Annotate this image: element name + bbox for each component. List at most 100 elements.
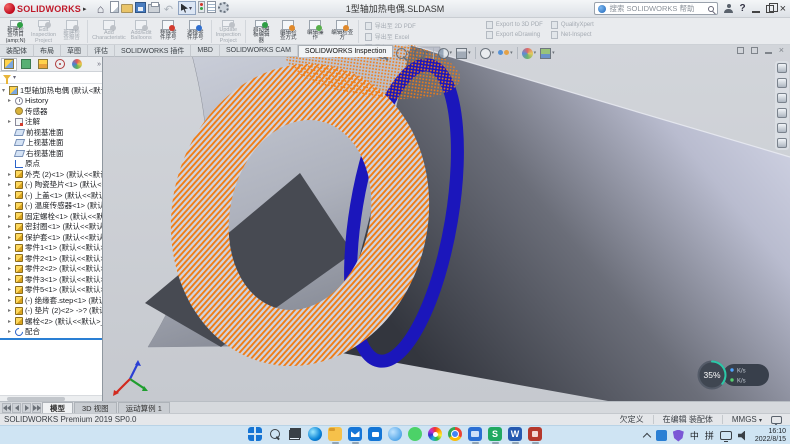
dropdown-caret-icon[interactable]: ▾ xyxy=(552,50,555,56)
select-arrow-icon[interactable] xyxy=(178,1,196,15)
magnifier-button[interactable]: ▾ xyxy=(414,48,429,59)
tree-item[interactable]: ▸(-) 温度传感器<1> (默认<<默认>_ xyxy=(0,201,102,212)
dropdown-caret-icon[interactable]: ▾ xyxy=(510,50,513,56)
search-input[interactable]: 搜索 SOLIDWORKS 帮助 xyxy=(594,2,718,15)
doc-tab-3D 视图[interactable]: 3D 视图 xyxy=(74,402,117,413)
net-speed-widget[interactable]: 35% K/s K/s xyxy=(696,357,776,393)
add-characteristic-button[interactable]: AddCharacteristic xyxy=(90,19,128,44)
display-style-button[interactable]: ▾ xyxy=(480,48,495,59)
taskbar-clock[interactable]: 16:10 2022/8/15 xyxy=(755,428,786,444)
export-menu-item[interactable]: Net-Inspect xyxy=(551,31,594,39)
chrome-icon[interactable] xyxy=(448,427,462,441)
task-pane-tab[interactable] xyxy=(777,63,787,73)
save-icon[interactable] xyxy=(135,2,146,13)
menu-expand-icon[interactable]: ▸ xyxy=(83,5,87,13)
edit-operations-button[interactable]: 编辑操作 xyxy=(302,19,329,44)
tree-item[interactable]: ▸固定螺栓<1> (默认<<默认>_显示 xyxy=(0,211,102,222)
task-view-icon[interactable] xyxy=(288,427,302,441)
task-pane-tab[interactable] xyxy=(777,93,787,103)
ribbon-tab-SOLIDWORKS CAM[interactable]: SOLIDWORKS CAM xyxy=(220,45,298,57)
model-3d-view[interactable] xyxy=(103,45,790,401)
user-account-icon[interactable] xyxy=(724,4,733,13)
doc-tab-模型[interactable]: 模型 xyxy=(42,402,73,413)
expand-arrow-icon[interactable]: ▸ xyxy=(8,276,15,283)
file-explorer-icon[interactable] xyxy=(328,427,342,441)
tree-item[interactable]: 上视基准面 xyxy=(0,138,102,149)
laptop-app-icon[interactable] xyxy=(468,427,482,441)
add-edit-balloons-button[interactable]: Add/EditBalloons xyxy=(128,19,155,44)
tab-nav-arrow[interactable] xyxy=(32,403,41,413)
tree-item[interactable]: ▸(-) 陶瓷垫片<1> (默认<<默认>_显 xyxy=(0,180,102,191)
doc-close-icon[interactable]: × xyxy=(779,47,784,54)
undo-icon[interactable] xyxy=(162,2,176,16)
new-inspection-project-button[interactable]: 新建检查项目(amp;N) xyxy=(2,19,29,44)
doc-tab-运动算例 1[interactable]: 运动算例 1 xyxy=(118,402,170,413)
expand-arrow-icon[interactable]: ▸ xyxy=(8,318,15,325)
expand-arrow-icon[interactable]: ▸ xyxy=(8,192,15,199)
expand-arrow-icon[interactable]: ▸ xyxy=(8,171,15,178)
home-icon[interactable] xyxy=(94,2,108,16)
dropdown-caret-icon[interactable]: ▾ xyxy=(492,50,495,56)
hide-show-items-button[interactable]: ▾ xyxy=(498,48,513,59)
expand-arrow-icon[interactable]: ▸ xyxy=(8,255,15,262)
dropdown-caret-icon[interactable]: ▾ xyxy=(408,50,411,56)
tree-item[interactable]: ▸(-) 上盖<1> (默认<<默认>_显示状 xyxy=(0,190,102,201)
task-pane-tab[interactable] xyxy=(777,123,787,133)
color-wheel-app-icon[interactable] xyxy=(428,427,442,441)
tree-item[interactable]: 右视基准面 xyxy=(0,148,102,159)
remove-balloons-button[interactable]: 移除零件序号 xyxy=(155,19,182,44)
dropdown-caret-icon[interactable]: ▾ xyxy=(534,50,537,56)
help-button[interactable]: ? xyxy=(739,3,745,14)
dropdown-caret-icon[interactable]: ▾ xyxy=(450,50,453,56)
print-icon[interactable] xyxy=(148,4,160,13)
tray-app-icon[interactable] xyxy=(656,430,667,441)
tab-nav-arrow[interactable] xyxy=(12,403,21,413)
restore-button[interactable] xyxy=(766,5,774,13)
tree-item[interactable]: ▸零件3<1> (默认<<默认>_显示状 xyxy=(0,274,102,285)
select-balloons-button[interactable]: 选择零件序号 xyxy=(182,19,209,44)
rebuild-icon[interactable] xyxy=(198,1,205,13)
expand-arrow-icon[interactable]: ▸ xyxy=(8,181,15,188)
expand-arrow-icon[interactable]: ▸ xyxy=(8,223,15,230)
search-icon[interactable] xyxy=(708,6,714,12)
ribbon-tab-装配体[interactable]: 装配体 xyxy=(0,45,34,57)
options-gear-icon[interactable] xyxy=(218,2,229,13)
tree-item[interactable]: ▸密封圈<1> (默认<<默认>_显示状 xyxy=(0,222,102,233)
units-selector[interactable]: MMGS ▾ xyxy=(732,415,762,424)
store-icon[interactable] xyxy=(368,427,382,441)
section-view-button[interactable]: ▾ xyxy=(438,48,453,59)
expand-arrow-icon[interactable]: ▾ xyxy=(2,87,9,94)
expand-arrow-icon[interactable]: ▸ xyxy=(8,286,15,293)
ribbon-tab-评估[interactable]: 评估 xyxy=(88,45,115,57)
more-tabs-icon[interactable]: » xyxy=(97,61,101,68)
tree-item[interactable]: ▸History xyxy=(0,96,102,107)
ribbon-tab-草图[interactable]: 草图 xyxy=(61,45,88,57)
update-inspection-project-button[interactable]: UpdateInspectionProject xyxy=(214,19,243,44)
speaker-icon[interactable] xyxy=(738,431,749,441)
rollback-bar[interactable] xyxy=(0,338,102,340)
tab-nav-arrow[interactable] xyxy=(22,403,31,413)
featuremanager-filter[interactable]: ▾ xyxy=(0,72,102,84)
graphics-viewport[interactable]: ▾▾▾▾▾▾▾▾▾ × 35% K/s K/s xyxy=(103,45,790,401)
dropdown-caret-icon[interactable]: ▾ xyxy=(468,50,471,56)
expand-arrow-icon[interactable]: ▸ xyxy=(8,118,15,125)
edit-inspection-project-button[interactable]: EditInspectionProject xyxy=(29,19,58,44)
expand-arrow-icon[interactable]: ▸ xyxy=(8,213,15,220)
ime-language-indicator[interactable]: 中 xyxy=(690,429,699,442)
tree-item[interactable]: ▸零件2<1> (默认<<默认>_显示状 xyxy=(0,253,102,264)
export-menu-item[interactable]: 导出至 Excel xyxy=(365,32,478,41)
tree-item[interactable]: ▸(-) 绝缘套.step<1> (默认<<默认> xyxy=(0,295,102,306)
edit-characteristics-button[interactable]: 编辑检查方 xyxy=(329,19,356,44)
tree-item[interactable]: ▸保护套<1> (默认<<默认>_显示状 xyxy=(0,232,102,243)
red-app-icon[interactable] xyxy=(528,427,542,441)
task-pane-tab[interactable] xyxy=(777,78,787,88)
onedrive-icon[interactable] xyxy=(388,427,402,441)
wps-sheet-icon[interactable]: S xyxy=(488,427,502,441)
tree-item[interactable]: 传感器 xyxy=(0,106,102,117)
tree-item[interactable]: ▸(-) 垫片 (2)<2> ->? (默认<<默认> xyxy=(0,306,102,317)
file-properties-icon[interactable] xyxy=(207,1,216,13)
tree-item[interactable]: ▸外壳 (2)<1> (默认<<默认>_显示状 xyxy=(0,169,102,180)
filter-caret-icon[interactable]: ▾ xyxy=(13,74,16,81)
tab-nav-arrow[interactable] xyxy=(2,403,11,413)
doc-window-icon[interactable] xyxy=(737,47,744,54)
